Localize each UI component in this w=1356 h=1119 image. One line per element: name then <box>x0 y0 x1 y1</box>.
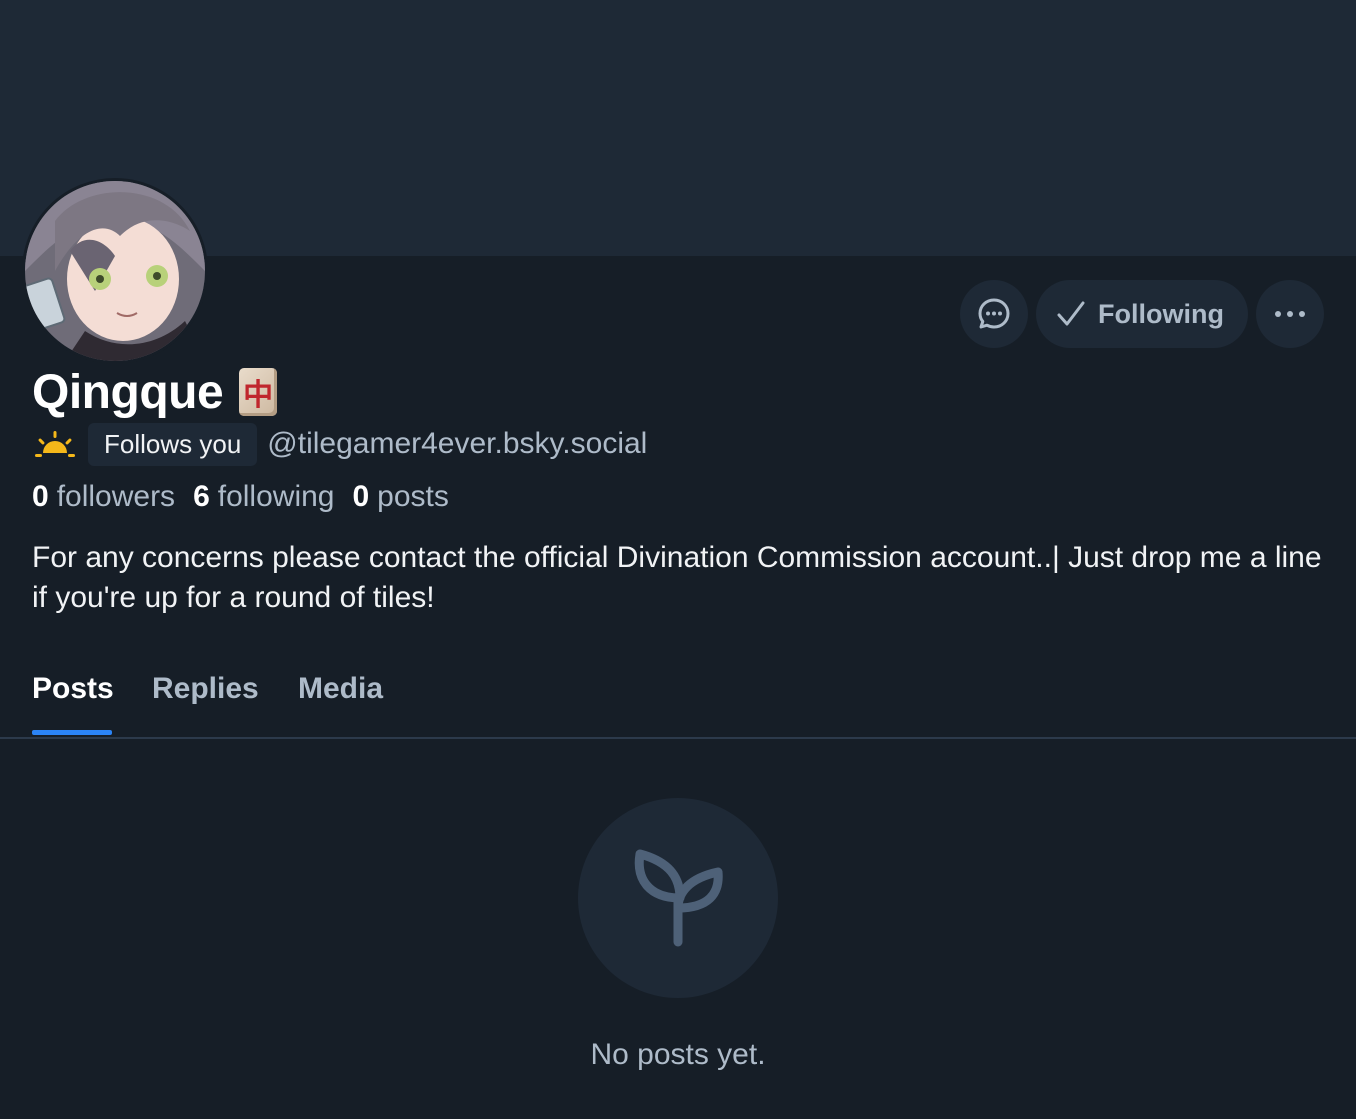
tab-media[interactable]: Media <box>298 672 383 706</box>
message-button[interactable] <box>960 280 1029 348</box>
sprout-icon <box>634 849 723 947</box>
display-name: Qingque <box>32 365 224 419</box>
active-tab-indicator <box>32 730 112 735</box>
posts-stat: 0 posts <box>352 480 448 514</box>
tab-posts[interactable]: Posts <box>32 672 114 706</box>
empty-state-message: No posts yet. <box>590 1038 766 1071</box>
avatar[interactable] <box>22 178 208 364</box>
following-stat[interactable]: 6 following <box>193 480 334 514</box>
followers-stat[interactable]: 0 followers <box>32 480 175 514</box>
name-row: Qingque 中 <box>32 364 278 420</box>
profile-actions: Following <box>960 280 1324 348</box>
profile-tabs: Posts Replies Media <box>0 660 1356 739</box>
following-count: 6 <box>193 480 210 513</box>
profile-stats: 0 followers 6 following 0 posts <box>32 480 449 514</box>
mahjong-tile-emoji: 中 <box>239 368 278 416</box>
followers-count: 0 <box>32 480 49 513</box>
tab-replies[interactable]: Replies <box>152 672 259 706</box>
following-button-label: Following <box>1098 298 1224 329</box>
followers-label: followers <box>56 480 176 513</box>
handle-row: Follows you @tilegamer4ever.bsky.social <box>32 422 647 466</box>
posts-label: posts <box>377 480 449 513</box>
empty-state-icon-container <box>578 798 778 998</box>
profile-banner[interactable] <box>0 0 1356 256</box>
chat-bubble-icon <box>978 298 1010 329</box>
following-button[interactable]: Following <box>1036 280 1248 348</box>
following-label: following <box>217 480 335 513</box>
ellipsis-icon <box>1275 311 1305 317</box>
profile-bio: For any concerns please contact the offi… <box>32 541 1322 614</box>
more-options-button[interactable] <box>1256 280 1324 348</box>
follows-you-badge: Follows you <box>88 422 258 466</box>
sunrise-icon <box>35 431 75 457</box>
posts-count: 0 <box>352 480 370 513</box>
checkmark-icon <box>1057 301 1085 326</box>
handle[interactable]: @tilegamer4ever.bsky.social <box>267 427 647 461</box>
